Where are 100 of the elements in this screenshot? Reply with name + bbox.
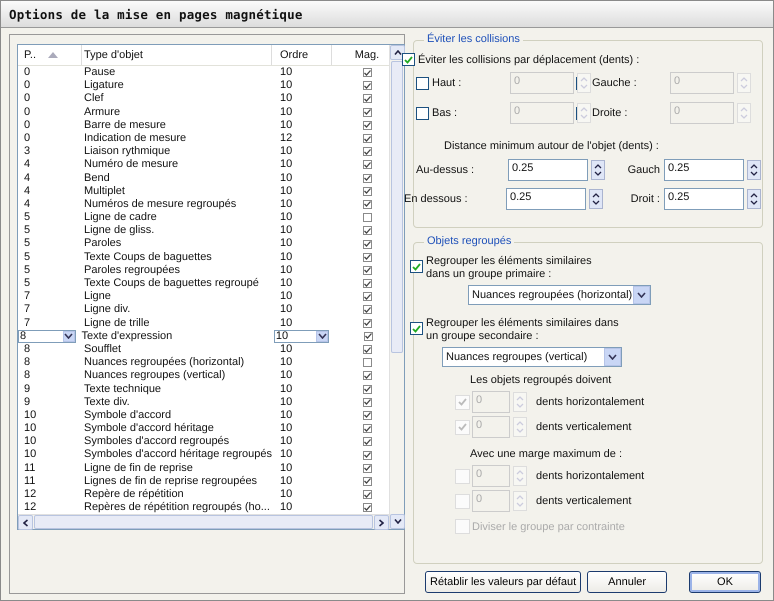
magnetic-checkbox[interactable]	[362, 134, 372, 144]
magnetic-checkbox[interactable]	[362, 120, 372, 130]
magnetic-checkbox[interactable]	[362, 345, 372, 354]
group-checkbox[interactable]: Regrouper les éléments similaires dans un groupe primaire :	[410, 255, 762, 281]
magnetic-checkbox[interactable]	[362, 174, 372, 183]
table-cell-text: 10	[279, 382, 294, 396]
table-cell-text: Indication de mesure	[83, 132, 188, 146]
magnetic-checkbox[interactable]	[362, 94, 372, 104]
table-cell-text: 0	[23, 118, 32, 132]
group-dropdown[interactable]: Nuances regroupes (vertical)	[442, 347, 622, 367]
column-header[interactable]: Type d'objet	[82, 45, 272, 65]
magnetic-checkbox[interactable]	[362, 186, 372, 196]
table-cell-text: 10	[23, 435, 38, 448]
magnetic-checkbox[interactable]	[362, 279, 372, 288]
table-cell-text: 10	[279, 356, 294, 370]
table-cell-text: 4	[23, 172, 32, 185]
magnetic-checkbox[interactable]	[362, 371, 372, 380]
table-cell-text: Lignes de fin de reprise regroupées	[83, 474, 258, 488]
table-cell-text: Texte technique	[83, 382, 162, 396]
magnetic-checkbox[interactable]	[362, 503, 372, 512]
distance-label: Au-dessus :	[415, 164, 476, 176]
table-cell-text: Repère de répétition	[83, 488, 185, 502]
table-cell-text: Nuances regroupes (vertical)	[83, 369, 226, 383]
order-dropdown[interactable]: 10	[274, 330, 330, 343]
magnetic-checkbox[interactable]	[362, 450, 372, 460]
table-cell-text: 0	[23, 66, 32, 80]
dialog-button[interactable]: Annuler	[587, 571, 668, 593]
table-cell-text: 10	[23, 422, 38, 436]
table-cell-text: 7	[23, 303, 32, 317]
magnetic-checkbox[interactable]	[362, 200, 372, 209]
priority-dropdown[interactable]: 8	[18, 330, 76, 343]
scroll-up-icon[interactable]	[390, 45, 405, 60]
vertical-scrollbar[interactable]	[389, 45, 404, 530]
magnetic-checkbox[interactable]	[362, 410, 372, 420]
table-cell-text: 9	[23, 382, 32, 396]
group-checkbox[interactable]: Regrouper les éléments similaires dans un groupe secondaire :	[410, 317, 762, 343]
table-cell-text: 8	[23, 342, 32, 356]
magnetic-checkbox[interactable]	[362, 476, 372, 486]
unit-label: dents horizontalement	[536, 396, 644, 408]
magnetic-checkbox[interactable]	[362, 266, 372, 275]
check-icon	[412, 262, 421, 270]
table-cell-text: 10	[279, 92, 294, 106]
magnetic-checkbox[interactable]	[362, 424, 372, 434]
spinner-arrows-icon[interactable]	[747, 160, 761, 180]
table-cell-text: Ligne div.	[83, 303, 132, 317]
column-header[interactable]: Mag.	[332, 45, 388, 65]
distance-label: Droit :	[630, 193, 661, 205]
table-cell-text: 10	[279, 158, 294, 172]
magnetic-checkbox[interactable]	[362, 490, 372, 500]
magnetic-checkbox[interactable]	[364, 332, 373, 341]
magnetic-checkbox[interactable]	[362, 437, 372, 446]
table-cell-text: Repères de répétition regroupés (ho...	[83, 501, 271, 514]
magnetic-checkbox[interactable]	[362, 318, 372, 328]
spinner-arrows-icon[interactable]	[747, 189, 761, 209]
magnetic-checkbox[interactable]	[362, 240, 372, 249]
avoid-collisions-checkbox[interactable]: Éviter les collisions par déplacement (dents) :	[402, 53, 762, 66]
magnetic-checkbox[interactable]	[362, 305, 372, 314]
table-cell-text: 12	[23, 488, 38, 502]
magnetic-checkbox[interactable]	[362, 226, 372, 236]
table-cell-text: Ligne de gliss.	[83, 224, 156, 238]
magnetic-checkbox[interactable]	[362, 398, 372, 407]
spinner-arrows-icon[interactable]	[589, 189, 603, 209]
table-cell-text: Symbole d'accord héritage	[83, 422, 215, 436]
scroll-down-icon[interactable]	[390, 514, 405, 530]
magnetic-checkbox[interactable]	[362, 464, 372, 473]
group-dropdown[interactable]: Nuances regroupées (horizontal)	[468, 285, 651, 305]
magnetic-checkbox[interactable]	[362, 108, 372, 117]
table-cell-text: 10	[279, 342, 294, 356]
scroll-right-icon[interactable]	[374, 515, 389, 530]
magnetic-checkbox[interactable]	[362, 160, 372, 170]
table-cell-text: 5	[23, 264, 32, 278]
magnetic-checkbox[interactable]	[362, 252, 372, 262]
table-cell-text: 10	[279, 250, 294, 264]
column-header[interactable]: Ordre	[272, 45, 332, 65]
table-cell-text: 10	[279, 396, 294, 409]
scrollbar-thumb[interactable]	[391, 61, 403, 353]
table-cell-text: 10	[279, 435, 294, 448]
spinner-arrows-icon[interactable]	[591, 160, 605, 180]
table-cell-text: Multiplet	[83, 184, 126, 198]
table-cell-text: Ligne de trille	[83, 316, 150, 330]
distance-label: En dessous :	[404, 193, 469, 205]
magnetic-checkbox[interactable]	[362, 213, 372, 222]
table-cell-text: 10	[23, 448, 38, 462]
table-cell-text: 0	[23, 132, 32, 146]
magnetic-checkbox[interactable]	[362, 292, 372, 302]
dialog-button[interactable]: OK	[689, 571, 761, 593]
table-cell-text: 11	[23, 462, 36, 475]
magnetic-checkbox[interactable]	[362, 358, 372, 368]
magnetic-checkbox[interactable]	[362, 384, 372, 394]
magnetic-checkbox[interactable]	[362, 81, 372, 90]
margin-label: Avec une marge maximum de :	[470, 448, 624, 460]
table-cell-text: 10	[279, 237, 294, 251]
column-header[interactable]: P..	[18, 45, 82, 65]
magnetic-checkbox[interactable]	[362, 68, 372, 78]
magnetic-checkbox[interactable]	[362, 147, 372, 156]
group-title: Éviter les collisions	[424, 33, 523, 45]
scroll-left-icon[interactable]	[18, 515, 33, 530]
dropdown-arrow-icon	[316, 330, 328, 342]
dialog-button[interactable]: Rétablir les valeurs par défaut	[425, 571, 582, 593]
table-cell-text: 7	[23, 316, 32, 330]
